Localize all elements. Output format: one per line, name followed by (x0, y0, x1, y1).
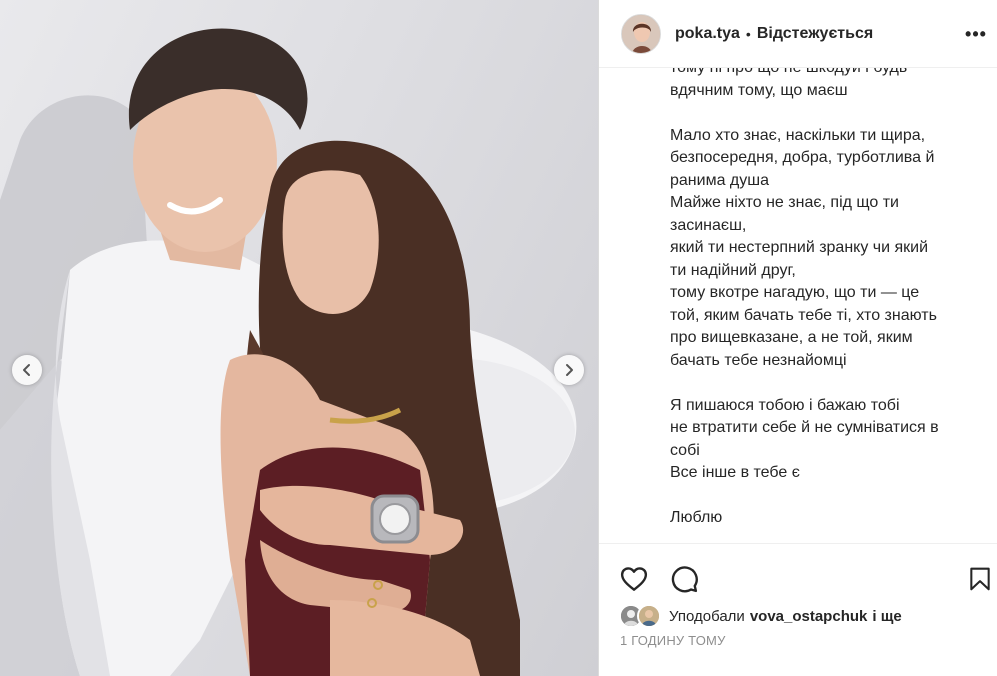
heart-icon (620, 567, 648, 591)
liker-avatars[interactable] (619, 604, 663, 628)
carousel-next-button[interactable] (554, 355, 584, 385)
caption-text: тому ні про що не шкодуй і будь вдячним … (670, 68, 970, 530)
caption-paragraph: тому ні про що не шкодуй і будь вдячним … (670, 68, 907, 99)
post-photo[interactable] (0, 0, 598, 676)
caption-paragraph: Люблю (670, 509, 723, 526)
likes-more-link[interactable]: і ще (872, 608, 901, 625)
liker-username-link[interactable]: vova_ostapchuk (750, 608, 868, 625)
save-button[interactable] (967, 564, 997, 594)
post-timestamp[interactable]: 1 ГОДИНУ ТОМУ (620, 633, 726, 648)
comment-icon (671, 566, 698, 593)
following-button[interactable]: Відстежується (757, 25, 873, 43)
caption-paragraph: Я пишаюся тобою і бажаю тобі не втратити… (670, 396, 939, 482)
carousel-prev-button[interactable] (12, 355, 42, 385)
couple-photo-illustration (0, 28, 577, 676)
avatar[interactable] (621, 13, 661, 54)
liker-picture (639, 606, 659, 626)
comment-button[interactable] (669, 564, 699, 594)
profile-picture (622, 14, 660, 53)
bookmark-icon (970, 567, 990, 591)
caption-scroll-area[interactable]: тому ні про що не шкодуй і будь вдячним … (599, 68, 997, 544)
action-bar (599, 560, 997, 596)
header-text: poka.tya • Відстежується (675, 25, 873, 43)
caption-paragraph: Мало хто знає, наскільки ти щира, безпос… (670, 126, 937, 369)
more-options-button[interactable]: ••• (964, 22, 988, 46)
username-link[interactable]: poka.tya (675, 25, 740, 43)
likes-summary: Уподобали vova_ostapchuk і ще (619, 603, 902, 629)
chevron-left-icon (23, 364, 30, 376)
chevron-right-icon (566, 364, 573, 376)
post-side-panel: poka.tya • Відстежується ••• тому ні про… (598, 0, 997, 676)
likes-prefix: Уподобали (669, 607, 745, 625)
avatar (637, 604, 661, 628)
like-button[interactable] (619, 564, 649, 594)
more-icon: ••• (965, 23, 987, 44)
separator-dot: • (745, 25, 751, 42)
post-header: poka.tya • Відстежується ••• (599, 0, 997, 68)
